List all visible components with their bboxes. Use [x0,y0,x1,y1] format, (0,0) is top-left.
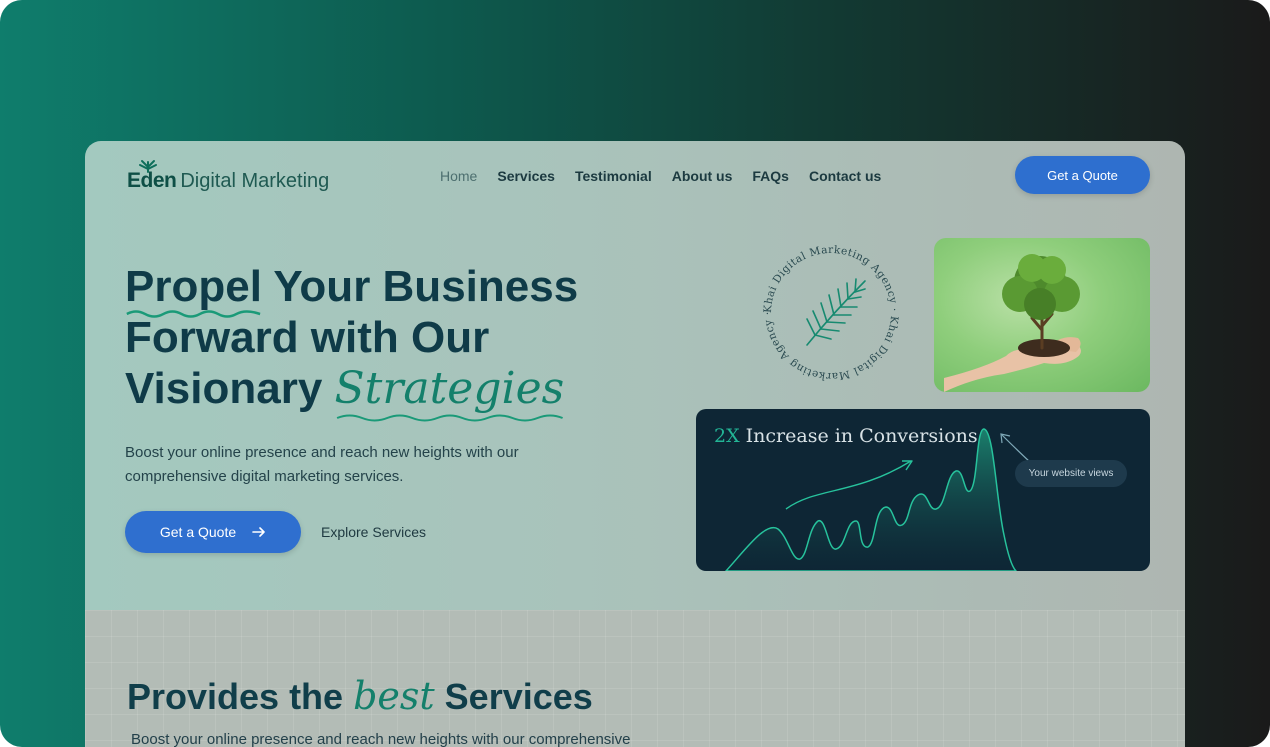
explore-services-link[interactable]: Explore Services [321,524,426,540]
main-nav: Home Services Testimonial About us FAQs … [440,168,881,184]
conversion-area-series [724,428,1018,571]
nav-item-testimonial[interactable]: Testimonial [575,168,652,184]
brand-name-rest: Digital Marketing [180,170,330,192]
tree-in-hand-image [934,238,1150,392]
nav-item-contact[interactable]: Contact us [809,168,881,184]
hero-description: Boost your online presence and reach new… [125,444,519,485]
conversion-title-text: Increase in Conversions [739,425,978,447]
conversion-highlight: 2X [714,425,740,447]
hero-title-script-word: Strategies [334,363,565,414]
hero-title-script: Strategies [334,363,565,422]
hero-title-word: Propel [125,262,262,311]
services-title-script: best [353,674,435,718]
services-title-part1: Provides the [127,676,354,717]
nav-item-services[interactable]: Services [497,168,555,184]
trend-arrow [785,460,912,510]
pill-pointer-arrow [1001,434,1032,464]
tree-illustration [944,254,1081,392]
hero-title: Propel Your Business Forward with Our Vi… [125,261,685,422]
services-title: Provides the best Services [127,674,593,718]
badge-circular-text: Khai Digital Marketing Agency · Khai Dig… [762,244,900,382]
website-views-pill: Your website views [1015,460,1127,487]
hero-title-highlight: Propel [125,261,262,318]
palm-leaf-icon [806,278,866,346]
hero-get-quote-label: Get a Quote [159,524,237,540]
nav-item-home[interactable]: Home [440,168,477,184]
get-quote-button[interactable]: Get a Quote [1015,156,1150,194]
brand-logo[interactable]: Eden Digital Marketing [127,160,330,193]
services-description: Boost your online presence and reach new… [131,731,631,747]
squiggle-underline-icon [336,414,563,422]
conversion-title: 2X Increase in Conversions [714,425,978,447]
page-backdrop: Eden Digital Marketing Home Services Tes… [0,0,1270,747]
agency-badge: Khai Digital Marketing Agency · Khai Dig… [762,244,900,382]
services-section: Provides the best Services Boost your on… [85,610,1185,747]
hero-get-quote-button[interactable]: Get a Quote [125,511,301,553]
nav-item-faqs[interactable]: FAQs [752,168,789,184]
leaf-icon [139,160,157,173]
svg-text:Khai Digital Marketing Agency: Khai Digital Marketing Agency · Khai Dig… [762,244,900,382]
nav-item-about[interactable]: About us [672,168,733,184]
website-preview: Eden Digital Marketing Home Services Tes… [85,141,1185,747]
arrow-right-icon [252,527,265,537]
squiggle-underline-icon [126,310,261,318]
services-title-part2: Services [434,676,593,717]
conversion-card: 2X Increase in Conversions Your website … [696,409,1150,571]
